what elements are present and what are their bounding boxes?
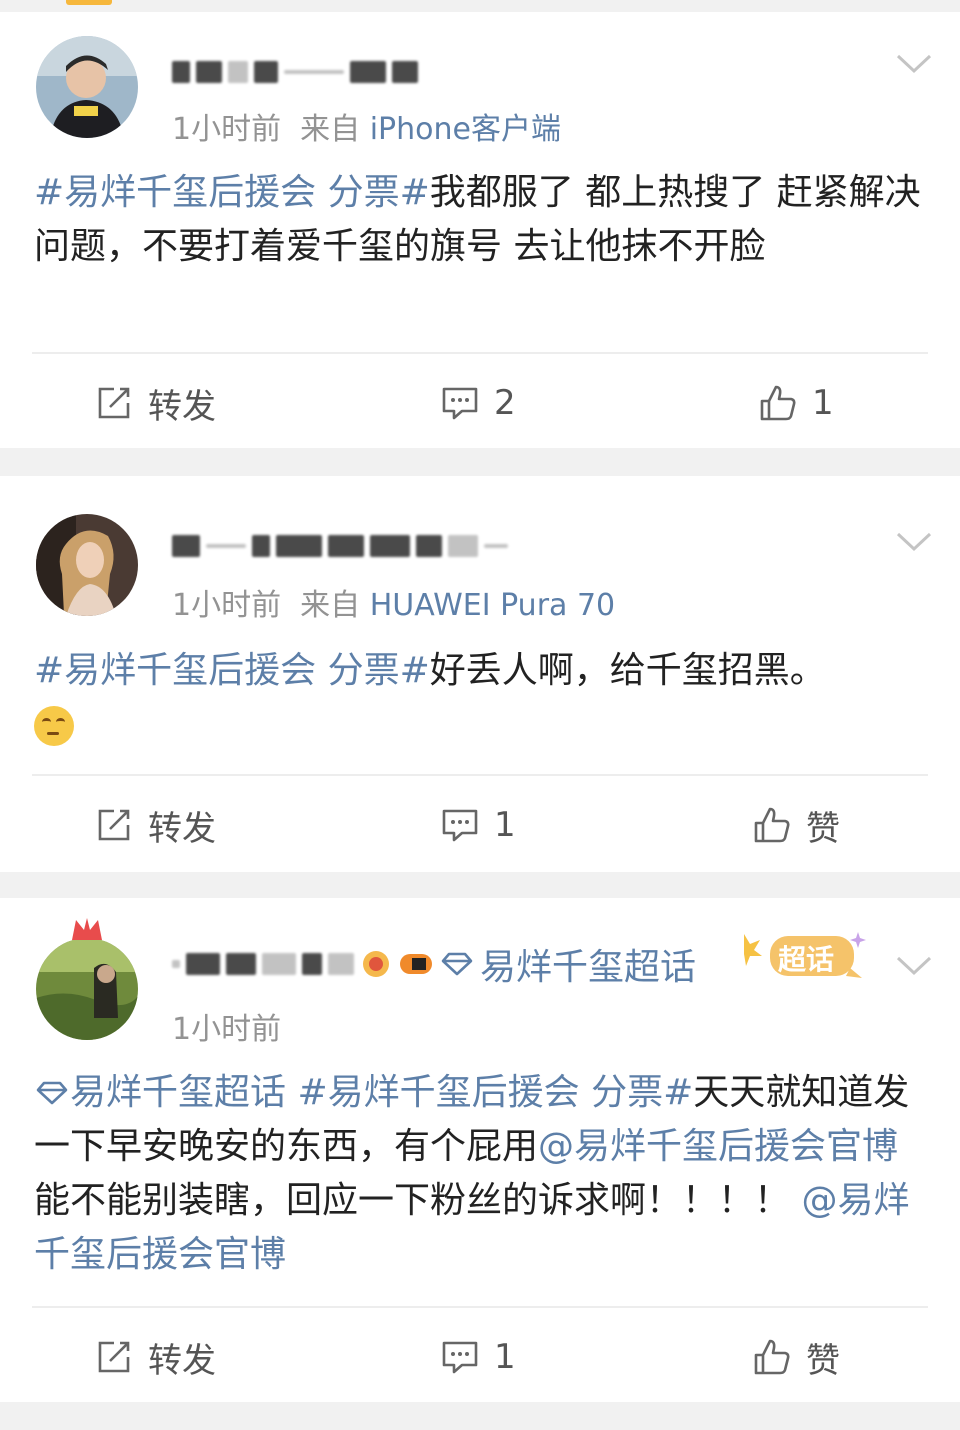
divider [32, 774, 928, 776]
chaohua-link[interactable]: 易烊千玺超话 [480, 938, 696, 990]
comment-button[interactable]: 1 [440, 1322, 516, 1392]
repost-icon [98, 1341, 130, 1373]
topic-tag[interactable]: #易烊千玺后援会 分票# [297, 1072, 693, 1113]
chaohua-badge-label: 超话 [778, 943, 835, 976]
comment-icon [442, 1341, 478, 1374]
like-label: 赞 [806, 808, 840, 849]
post-time: 1小时前 [172, 112, 282, 147]
post-text: 易烊千玺超话 #易烊千玺后援会 分票#天天就知道发一下早安晚安的东西，有个屁用@… [34, 1066, 924, 1282]
post-time: 1小时前 [172, 588, 282, 623]
username-blurred[interactable] [172, 52, 418, 92]
avatar[interactable] [36, 36, 138, 138]
action-bar: 转发 1 赞 [0, 790, 960, 860]
post-card[interactable]: 1小时前 来自 iPhone客户端 #易烊千玺后援会 分票#我都服了 都上热搜了… [0, 12, 960, 448]
post-source[interactable]: HUAWEI Pura 70 [370, 588, 615, 623]
thumbs-up-icon [754, 807, 790, 843]
comment-count: 2 [494, 383, 516, 423]
post-source[interactable]: iPhone客户端 [370, 112, 561, 147]
repost-button[interactable]: 转发 [94, 1322, 216, 1392]
post-text: #易烊千玺后援会 分票#好丢人啊，给千玺招黑。 [34, 644, 924, 752]
chaohua-tag[interactable]: 易烊千玺超话 [34, 1072, 286, 1113]
topic-tag[interactable]: #易烊千玺后援会 分票# [34, 650, 430, 691]
fan-badge-icon [400, 954, 432, 974]
topic-tag[interactable]: #易烊千玺后援会 分票# [34, 172, 430, 213]
like-button[interactable]: 赞 [752, 1322, 840, 1392]
repost-icon [98, 809, 130, 841]
comment-button[interactable]: 2 [440, 368, 516, 438]
thinking-emoji-icon [34, 706, 74, 746]
like-button[interactable]: 赞 [752, 790, 840, 860]
avatar[interactable] [36, 514, 138, 616]
comment-icon [442, 809, 478, 842]
divider [32, 1306, 928, 1308]
post-text: #易烊千玺后援会 分票#我都服了 都上热搜了 赶紧解决问题，不要打着爱千玺的旗号… [34, 166, 924, 274]
like-count: 1 [812, 383, 834, 423]
action-bar: 转发 2 1 [0, 368, 960, 438]
post-body-2: 能不能别装瞎，回应一下粉丝的诉求啊！！！！ [34, 1180, 791, 1221]
chevron-down-icon[interactable] [894, 52, 934, 76]
from-label: 来自 [300, 112, 361, 147]
crown-badge-icon [72, 918, 102, 940]
post-meta: 1小时前 来自 iPhone客户端 [172, 104, 561, 148]
diamond-icon [36, 1081, 68, 1105]
from-label: 来自 [300, 588, 361, 623]
post-meta: 1小时前 [172, 1004, 281, 1048]
tab-indicator [66, 0, 112, 5]
username-blurred[interactable] [172, 526, 508, 566]
repost-button[interactable]: 转发 [94, 368, 216, 438]
medal-badge-icon [363, 951, 389, 977]
post-time: 1小时前 [172, 1012, 282, 1047]
mention-link[interactable]: @易烊千玺后援会官博 [538, 1126, 898, 1167]
username-blurred[interactable]: 易烊千玺超话 [172, 944, 696, 988]
chevron-down-icon[interactable] [894, 530, 934, 554]
comment-button[interactable]: 1 [440, 790, 516, 860]
repost-label: 转发 [148, 386, 216, 427]
post-card[interactable]: 易烊千玺超话 超话 1小时前 易烊千玺超话 #易烊千玺后援会 分票#天天就知道发… [0, 898, 960, 1402]
comment-count: 1 [494, 1337, 516, 1377]
repost-label: 转发 [148, 1340, 216, 1381]
post-meta: 1小时前 来自 HUAWEI Pura 70 [172, 580, 615, 624]
divider [32, 352, 928, 354]
chevron-down-icon[interactable] [894, 954, 934, 978]
post-body: 好丢人啊，给千玺招黑。 [429, 650, 826, 691]
repost-icon [98, 387, 130, 419]
comment-icon [442, 387, 478, 420]
repost-label: 转发 [148, 808, 216, 849]
like-label: 赞 [806, 1340, 840, 1381]
thumbs-up-icon [754, 1339, 790, 1375]
chaohua-tag-label: 易烊千玺超话 [70, 1072, 287, 1113]
avatar[interactable] [36, 938, 138, 1040]
post-card[interactable]: 1小时前 来自 HUAWEI Pura 70 #易烊千玺后援会 分票#好丢人啊，… [0, 476, 960, 872]
repost-button[interactable]: 转发 [94, 790, 216, 860]
diamond-icon [441, 952, 473, 976]
comment-count: 1 [494, 805, 516, 845]
chaohua-badge[interactable]: 超话 [738, 926, 866, 988]
action-bar: 转发 1 赞 [0, 1322, 960, 1392]
like-button[interactable]: 1 [758, 368, 834, 438]
thumbs-up-icon [760, 385, 796, 421]
top-strip [0, 0, 960, 12]
